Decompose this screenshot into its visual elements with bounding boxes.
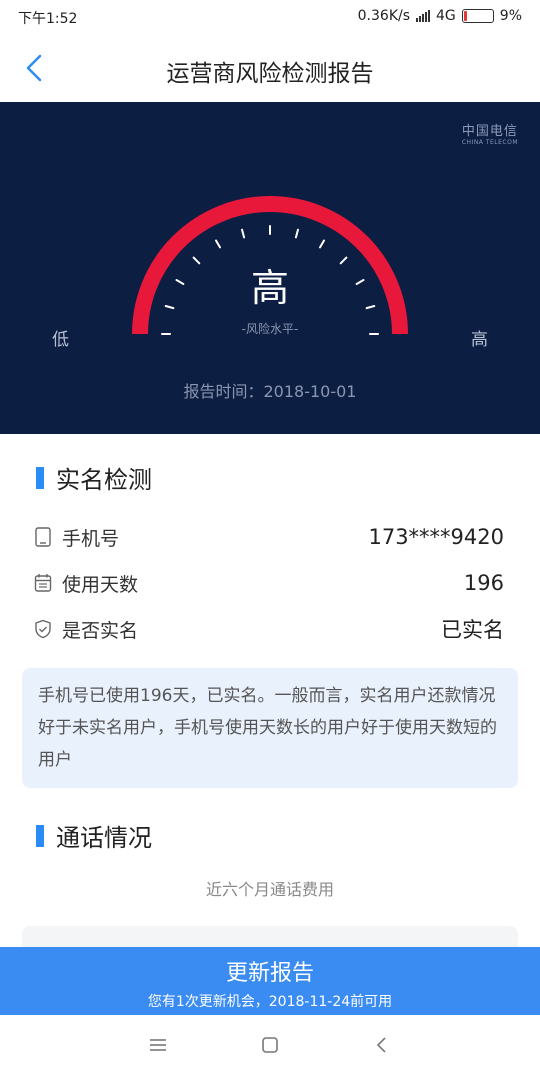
update-report-label: 更新报告 [225, 961, 314, 986]
status-time: 下午1:52 [18, 11, 78, 27]
section-title: 实名检测 [56, 466, 152, 494]
carrier-logo: 中国电信 CHINA TELECOM [462, 120, 518, 146]
phone-row: 手机号 173****9420 [34, 522, 504, 552]
row-value: 173****9420 [368, 525, 504, 549]
realname-note: 手机号已使用196天，已实名。一般而言，实名用户还款情况好于未实名用户，手机号使… [22, 668, 518, 788]
carrier-logo-en: CHINA TELECOM [461, 139, 518, 146]
page-title: 运营商风险检测报告 [166, 61, 374, 87]
status-bar: 下午1:52 0.36K/s 4G 9% [0, 0, 540, 34]
row-label: 手机号 [62, 527, 120, 550]
gauge-tick [241, 228, 246, 239]
phone-icon [35, 527, 51, 547]
update-report-button[interactable]: 更新报告 您有1次更新机会，2018-11-24前可用 [0, 947, 540, 1015]
gauge-tick [215, 239, 221, 249]
row-label: 使用天数 [62, 573, 139, 596]
section-marker [36, 466, 44, 489]
network-speed: 0.36K/s [357, 8, 411, 24]
status-right: 0.36K/s 4G 9% [358, 8, 522, 24]
calls-subtitle: 近六个月通话费用 [205, 880, 334, 899]
gauge-tick [294, 228, 299, 239]
nav-bar: 运营商风险检测报告 [0, 34, 540, 102]
carrier-logo-text: 中国电信 [461, 124, 518, 139]
battery-percent: 9% [499, 8, 522, 24]
gauge-low-label: 低 [52, 330, 69, 350]
section-title: 通话情况 [56, 824, 152, 852]
gauge-high-label: 高 [471, 330, 488, 350]
system-nav-bar [0, 1015, 540, 1080]
signal-icon [416, 10, 431, 22]
days-row: 使用天数 196 [34, 568, 504, 598]
calls-section-title: 通话情况 [36, 818, 152, 853]
section-marker [36, 824, 44, 847]
realname-section-title: 实名检测 [36, 460, 152, 495]
home-icon[interactable] [260, 1035, 280, 1059]
gauge-tick [319, 239, 325, 249]
menu-icon[interactable] [148, 1035, 168, 1059]
shield-check-icon [35, 619, 51, 639]
calendar-icon [34, 574, 52, 592]
report-time: 报告时间：2018-10-01 [183, 382, 357, 401]
battery-icon [461, 9, 494, 23]
network-type: 4G [436, 8, 456, 24]
row-value: 196 [463, 571, 504, 595]
row-value: 已实名 [441, 618, 504, 642]
row-label: 是否实名 [62, 619, 139, 642]
risk-caption: -风险水平- [241, 322, 299, 336]
back-icon[interactable] [372, 1035, 392, 1059]
risk-hero: 中国电信 CHINA TELECOM 高 -风险水平- 低 高 报告时间：201… [0, 102, 540, 434]
realname-row: 是否实名 已实名 [34, 614, 504, 644]
risk-level: 高 [250, 266, 289, 310]
update-report-sub: 您有1次更新机会，2018-11-24前可用 [147, 994, 393, 1010]
